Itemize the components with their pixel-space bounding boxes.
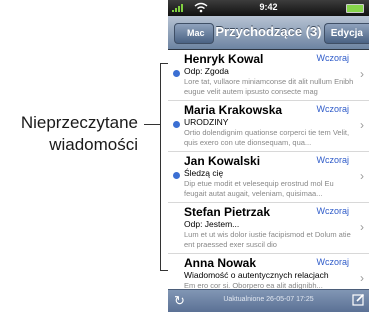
message-preview: Lum et ut wis dolor iustie facipismod et… [184, 230, 351, 249]
message-preview: Lore tat, vullaore miniamconse dit alit … [184, 77, 354, 96]
bottom-toolbar: ↻ Uaktualnione 26-05-07 17:25 [168, 289, 369, 312]
message-subject: URODZINY [184, 117, 229, 127]
chevron-right-icon: › [360, 271, 364, 285]
message-date: Wczoraj [316, 104, 349, 114]
message-subject: Odp: Zgoda [184, 66, 229, 76]
message-row[interactable]: Stefan Pietrzak Wczoraj Odp: Jestem... L… [168, 203, 369, 254]
message-preview: Dip etue modit et velesequip erostrud mo… [184, 179, 334, 198]
chevron-right-icon: › [360, 118, 364, 132]
message-date: Wczoraj [316, 206, 349, 216]
message-row[interactable]: Maria Krakowska Wczoraj URODZINY Ortio d… [168, 101, 369, 152]
chevron-right-icon: › [360, 220, 364, 234]
message-sender: Maria Krakowska [184, 103, 283, 117]
unread-dot-icon [173, 172, 180, 179]
status-time: 9:42 [259, 2, 278, 12]
last-updated-text: Uaktualnione 26-05-07 17:25 [223, 296, 314, 303]
message-sender: Anna Nowak [184, 256, 257, 270]
message-date: Wczoraj [316, 53, 349, 63]
phone-screen: 9:42 Mac Przychodzące (3) Edycja Henryk … [168, 0, 369, 312]
battery-icon [346, 4, 364, 13]
compose-icon[interactable] [352, 293, 365, 306]
callout-line-1: Nieprzeczytane [20, 113, 138, 132]
message-preview: Ortio dolendignim quationse corperci tie… [184, 128, 350, 147]
callout-line-2: wiadomości [49, 135, 138, 154]
message-subject: Wiadomość o autentycznych relacjach [184, 270, 329, 280]
navigation-bar: Mac Przychodzące (3) Edycja [168, 16, 369, 50]
edit-button[interactable]: Edycja [323, 23, 369, 44]
unread-dot-icon [173, 70, 180, 77]
message-subject: Śledzą cię [184, 168, 224, 178]
callout-leader-line [144, 124, 160, 125]
message-row[interactable]: Henryk Kowal Wczoraj Odp: Zgoda Lore tat… [168, 50, 369, 101]
message-list: Henryk Kowal Wczoraj Odp: Zgoda Lore tat… [168, 50, 369, 304]
message-date: Wczoraj [316, 155, 349, 165]
message-sender: Jan Kowalski [184, 154, 261, 168]
chevron-right-icon: › [360, 67, 364, 81]
message-sender: Henryk Kowal [184, 52, 264, 66]
status-bar: 9:42 [168, 0, 369, 16]
unread-dot-icon [173, 121, 180, 128]
callout-bracket [160, 63, 168, 271]
message-date: Wczoraj [316, 257, 349, 267]
message-row[interactable]: Jan Kowalski Wczoraj Śledzą cię Dip etue… [168, 152, 369, 203]
message-sender: Stefan Pietrzak [184, 205, 271, 219]
message-subject: Odp: Jestem... [184, 219, 240, 229]
unread-callout: Nieprzeczytane wiadomości [0, 112, 158, 156]
chevron-right-icon: › [360, 169, 364, 183]
